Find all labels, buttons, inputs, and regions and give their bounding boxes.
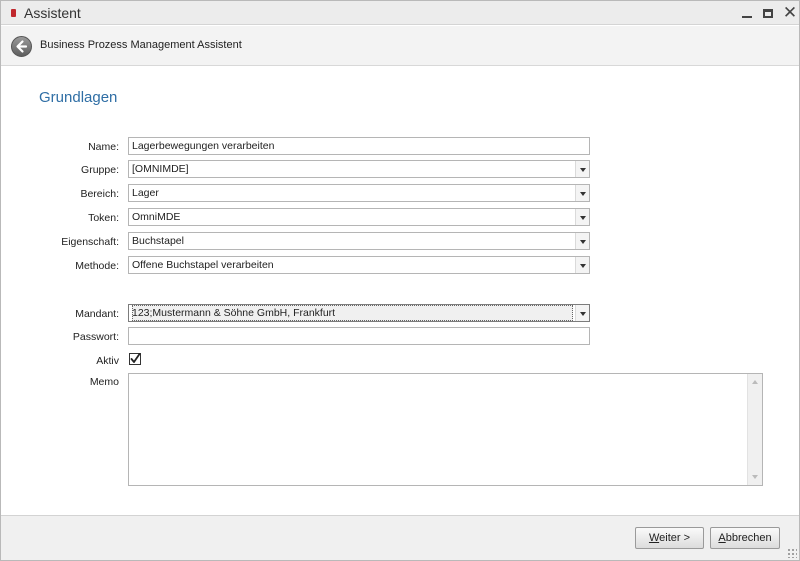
abbrechen-accesskey: A [718,532,726,544]
token-value: OmniMDE [132,211,181,223]
memo-scrollbar[interactable] [747,374,762,485]
chevron-down-icon[interactable] [575,209,589,225]
token-label: Token: [88,212,119,224]
eigenschaft-value: Buchstapel [132,235,184,247]
mandant-value: 123;Mustermann & Söhne GmbH, Frankfurt [132,305,573,321]
bereich-combobox[interactable]: Lager [128,184,590,202]
abbrechen-label: bbrechen [725,532,772,544]
chevron-down-icon[interactable] [575,185,589,201]
chevron-down-icon[interactable] [575,161,589,177]
token-combobox[interactable]: OmniMDE [128,208,590,226]
assistant-window: Assistent ✕ Business Prozess Management … [0,0,800,561]
name-value: Lagerbewegungen verarbeiten [132,140,275,152]
chevron-down-icon[interactable] [575,233,589,249]
memo-label: Memo [89,376,119,388]
gruppe-label: Gruppe: [81,164,119,176]
close-icon: ✕ [782,3,798,22]
passwort-field[interactable] [128,327,590,345]
footer-bar: Weiter > Abbrechen [1,515,799,560]
chevron-down-icon[interactable] [575,257,589,273]
aktiv-checkbox[interactable] [129,353,141,365]
chevron-down-icon[interactable] [575,305,589,321]
back-button[interactable] [11,36,32,57]
methode-label: Methode: [75,260,119,272]
arrow-left-circle-icon [16,40,28,53]
minimize-icon [742,16,752,18]
abbrechen-button[interactable]: Abbrechen [710,527,780,549]
minimize-button[interactable] [737,3,757,23]
weiter-accesskey: W [648,532,660,544]
maximize-icon [763,8,773,18]
mandant-combobox[interactable]: 123;Mustermann & Söhne GmbH, Frankfurt [128,304,590,322]
section-title: Grundlagen [39,89,118,106]
gruppe-value: [OMNIMDE] [132,163,189,175]
name-field[interactable]: Lagerbewegungen verarbeiten [128,137,590,155]
maximize-button[interactable] [758,3,778,23]
gruppe-combobox[interactable]: [OMNIMDE] [128,160,590,178]
header-title: Business Prozess Management Assistent [40,39,242,51]
app-icon [11,9,16,17]
aktiv-label: Aktiv [96,355,119,367]
bereich-value: Lager [132,187,159,199]
header-bar: Business Prozess Management Assistent [1,26,799,66]
window-title: Assistent [24,5,81,21]
methode-value: Offene Buchstapel verarbeiten [132,259,274,271]
name-label: Name: [88,141,119,153]
close-button[interactable]: ✕ [780,3,800,23]
memo-textarea[interactable] [128,373,763,486]
eigenschaft-label: Eigenschaft: [61,236,119,248]
weiter-button[interactable]: Weiter > [635,527,704,549]
resize-grip-icon[interactable] [787,548,797,558]
bereich-label: Bereich: [80,188,119,200]
scroll-down-icon[interactable] [752,475,758,479]
weiter-label: eiter > [659,532,691,544]
passwort-label: Passwort: [72,331,119,343]
checkmark-icon [129,353,141,365]
methode-combobox[interactable]: Offene Buchstapel verarbeiten [128,256,590,274]
eigenschaft-combobox[interactable]: Buchstapel [128,232,590,250]
title-bar: Assistent ✕ [1,1,799,25]
scroll-up-icon[interactable] [752,380,758,384]
mandant-label: Mandant: [75,308,119,320]
